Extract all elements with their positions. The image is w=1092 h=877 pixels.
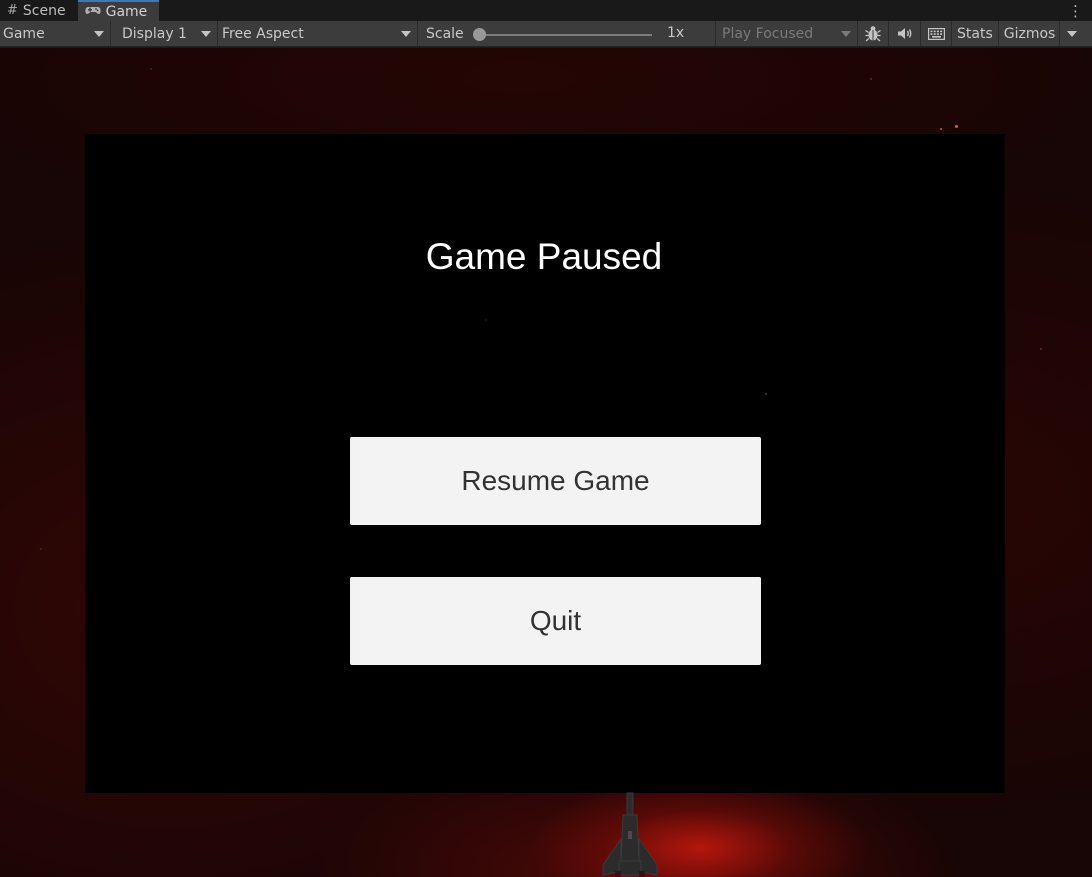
pause-title: Game Paused <box>425 236 663 277</box>
grid-icon: # <box>7 3 18 18</box>
tab-options-icon[interactable]: ⋮ <box>1068 0 1083 21</box>
star-sprite <box>485 319 487 321</box>
gizmos-button[interactable]: Gizmos <box>999 20 1061 47</box>
star-sprite <box>40 548 42 550</box>
player-spaceship-sprite <box>602 792 658 877</box>
gizmos-dropdown[interactable] <box>1060 21 1082 47</box>
star-sprite <box>150 68 152 70</box>
scale-slider-thumb[interactable] <box>473 27 486 41</box>
tab-scene[interactable]: # Scene <box>0 0 78 21</box>
scale-control: Scale 1x <box>418 20 716 47</box>
editor-tab-strip: # Scene Game ⋮ <box>0 0 1092 21</box>
debug-bug-icon[interactable] <box>858 20 889 47</box>
chevron-down-icon <box>201 30 211 37</box>
view-mode-value: Game <box>3 25 45 42</box>
scale-label: Scale <box>426 25 464 42</box>
tab-scene-label: Scene <box>22 2 66 19</box>
stats-button[interactable]: Stats <box>952 20 999 47</box>
quit-button[interactable]: Quit <box>350 577 761 665</box>
display-value: Display 1 <box>122 25 187 42</box>
game-viewport[interactable]: Game Paused Resume Game Quit <box>0 48 1092 877</box>
star-sprite <box>1040 348 1042 350</box>
scale-slider-track[interactable] <box>474 33 652 36</box>
play-mode-dropdown[interactable]: Play Focused <box>716 20 858 47</box>
gamepad-icon <box>85 5 101 19</box>
aspect-dropdown[interactable]: Free Aspect <box>218 20 418 47</box>
resume-game-button[interactable]: Resume Game <box>350 437 761 525</box>
star-sprite <box>955 125 958 128</box>
audio-speaker-icon[interactable] <box>889 20 921 47</box>
play-mode-value: Play Focused <box>722 25 814 42</box>
tab-game-label: Game <box>105 3 148 20</box>
display-dropdown[interactable]: Display 1 <box>111 20 218 47</box>
scale-value: 1x <box>667 24 685 41</box>
game-view-toolbar: Game Display 1 Free Aspect Scale 1x Play… <box>0 20 1092 47</box>
chevron-down-icon <box>94 30 104 37</box>
aspect-value: Free Aspect <box>222 25 304 42</box>
star-sprite <box>940 128 942 130</box>
tab-game[interactable]: Game <box>77 0 160 21</box>
chevron-down-icon <box>401 30 411 37</box>
chevron-down-icon <box>1067 30 1078 37</box>
stats-label: Stats <box>957 25 993 42</box>
keyboard-shortcut-icon[interactable] <box>921 20 952 47</box>
star-sprite <box>870 78 872 80</box>
gizmos-label: Gizmos <box>1003 25 1056 42</box>
chevron-down-icon <box>841 30 851 37</box>
pause-menu-panel: Game Paused Resume Game Quit <box>85 134 1005 877</box>
star-sprite <box>765 393 767 395</box>
view-mode-dropdown[interactable]: Game <box>0 20 111 47</box>
